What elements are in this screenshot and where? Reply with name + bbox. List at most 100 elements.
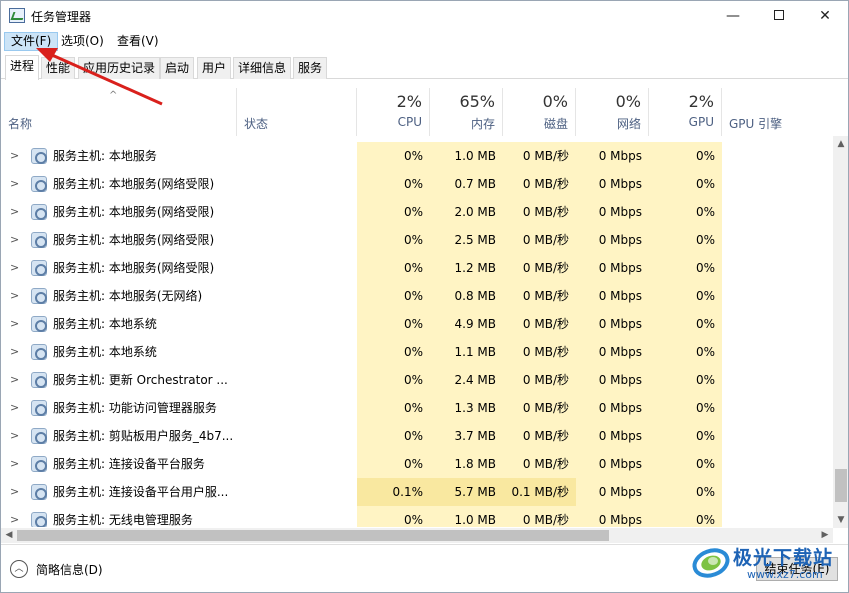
tab-app-history[interactable]: 应用历史记录 [78, 57, 161, 79]
process-name: 服务主机: 本地服务(网络受限) [53, 177, 215, 191]
scroll-down-icon[interactable]: ▼ [833, 512, 848, 528]
table-row[interactable]: > 服务主机: 更新 Orchestrator ... 0% 2.4 MB 0 MB/秒… [1, 366, 834, 394]
chevron-right-icon[interactable]: > [10, 254, 20, 282]
table-row[interactable]: > 服务主机: 本地服务(无网络) 0% 0.8 MB 0 MB/秒 0 Mbps 0% [1, 282, 834, 310]
memory-value: 1.2 MB [430, 254, 503, 282]
table-row[interactable]: > 服务主机: 本地服务(网络受限) 0% 2.0 MB 0 MB/秒 0 Mbps 0% [1, 198, 834, 226]
table-row[interactable]: > 服务主机: 本地服务(网络受限) 0% 0.7 MB 0 MB/秒 0 Mbps 0% [1, 170, 834, 198]
cpu-total: 2% [396, 92, 422, 111]
service-host-icon [31, 148, 47, 164]
network-value: 0 Mbps [576, 198, 649, 226]
chevron-right-icon[interactable]: > [10, 394, 20, 422]
table-row[interactable]: > 服务主机: 连接设备平台服务 0% 1.8 MB 0 MB/秒 0 Mbps 0% [1, 450, 834, 478]
table-row[interactable]: > 服务主机: 无线电管理服务 0% 1.0 MB 0 MB/秒 0 Mbps 0% [1, 506, 834, 527]
chevron-right-icon[interactable]: > [10, 282, 20, 310]
cpu-value: 0% [357, 142, 430, 170]
col-disk[interactable]: 0% 磁盘 [503, 88, 576, 136]
col-memory[interactable]: 65% 内存 [430, 88, 503, 136]
tab-services[interactable]: 服务 [293, 57, 328, 79]
service-host-icon [31, 400, 47, 416]
network-value: 0 Mbps [576, 338, 649, 366]
gpu-value: 0% [649, 338, 722, 366]
tab-users[interactable]: 用户 [197, 57, 232, 79]
network-value: 0 Mbps [576, 142, 649, 170]
title-bar[interactable]: 任务管理器 — ✕ [1, 1, 848, 31]
col-gpu[interactable]: 2% GPU [649, 88, 722, 136]
vertical-scroll-thumb[interactable] [835, 469, 847, 502]
chevron-right-icon[interactable]: > [10, 478, 20, 506]
chevron-right-icon[interactable]: > [10, 142, 20, 170]
table-row[interactable]: > 服务主机: 剪贴板用户服务_4b7... 0% 3.7 MB 0 MB/秒 0 Mbp… [1, 422, 834, 450]
table-row[interactable]: > 服务主机: 本地系统 0% 1.1 MB 0 MB/秒 0 Mbps 0% [1, 338, 834, 366]
tab-performance[interactable]: 性能 [41, 57, 76, 79]
menu-options[interactable]: 选项(O) [55, 32, 110, 51]
col-cpu[interactable]: 2% CPU [357, 88, 430, 136]
process-name: 服务主机: 本地服务(网络受限) [53, 261, 215, 275]
chevron-right-icon[interactable]: > [10, 198, 20, 226]
watermark-text: 极光下载站 [733, 547, 834, 569]
table-row[interactable]: > 服务主机: 连接设备平台用户服... 0.1% 5.7 MB 0.1 MB/秒 0 M… [1, 478, 834, 506]
memory-value: 2.4 MB [430, 366, 503, 394]
disk-value: 0 MB/秒 [503, 394, 576, 422]
network-value: 0 Mbps [576, 254, 649, 282]
col-name-label: 名称 [8, 117, 33, 131]
task-manager-window: 任务管理器 — ✕ 文件(F) 选项(O) 查看(V) 进程 性能 应用历史记录… [0, 0, 849, 593]
chevron-right-icon[interactable]: > [10, 422, 20, 450]
col-network[interactable]: 0% 网络 [576, 88, 649, 136]
gpu-value: 0% [649, 506, 722, 527]
brief-info-button[interactable]: 简略信息(D) [36, 561, 103, 578]
service-host-icon [31, 484, 47, 500]
chevron-right-icon[interactable]: > [10, 170, 20, 198]
sort-up-icon: ^ [109, 90, 118, 101]
chevron-right-icon[interactable]: > [10, 226, 20, 254]
memory-value: 1.8 MB [430, 450, 503, 478]
col-name[interactable]: ^ 名称 [1, 88, 237, 136]
disk-value: 0 MB/秒 [503, 366, 576, 394]
menu-view[interactable]: 查看(V) [111, 32, 165, 51]
col-status[interactable]: 状态 [237, 88, 357, 136]
maximize-icon [774, 10, 784, 20]
cpu-value: 0.1% [357, 478, 430, 506]
table-row[interactable]: > 服务主机: 本地服务 0% 1.0 MB 0 MB/秒 0 Mbps 0% [1, 142, 834, 170]
tab-processes[interactable]: 进程 [5, 55, 40, 80]
service-host-icon [31, 456, 47, 472]
table-row[interactable]: > 服务主机: 本地服务(网络受限) 0% 1.2 MB 0 MB/秒 0 Mbps 0% [1, 254, 834, 282]
table-row[interactable]: > 服务主机: 本地系统 0% 4.9 MB 0 MB/秒 0 Mbps 0% [1, 310, 834, 338]
chevron-right-icon[interactable]: > [10, 366, 20, 394]
minimize-button[interactable]: — [710, 1, 756, 31]
horizontal-scroll-thumb[interactable] [17, 530, 609, 541]
chevron-right-icon[interactable]: > [10, 506, 20, 527]
table-row[interactable]: > 服务主机: 功能访问管理器服务 0% 1.3 MB 0 MB/秒 0 Mbps 0% [1, 394, 834, 422]
scroll-left-icon[interactable]: ◀ [1, 528, 17, 543]
col-gpu-engine[interactable]: GPU 引擎 [722, 88, 834, 136]
scroll-up-icon[interactable]: ▲ [833, 136, 848, 152]
cpu-value: 0% [357, 198, 430, 226]
service-host-icon [31, 512, 47, 527]
process-name: 服务主机: 连接设备平台服务 [53, 457, 205, 471]
tab-details[interactable]: 详细信息 [233, 57, 292, 79]
maximize-button[interactable] [756, 1, 802, 31]
memory-value: 1.1 MB [430, 338, 503, 366]
gpu-value: 0% [649, 394, 722, 422]
gpu-value: 0% [649, 310, 722, 338]
gpu-value: 0% [649, 170, 722, 198]
process-name: 服务主机: 功能访问管理器服务 [53, 401, 217, 415]
gpu-value: 0% [649, 366, 722, 394]
chevron-right-icon[interactable]: > [10, 450, 20, 478]
memory-value: 1.3 MB [430, 394, 503, 422]
collapse-up-icon[interactable]: ︿ [10, 560, 28, 578]
gpu-value: 0% [649, 198, 722, 226]
disk-value: 0.1 MB/秒 [503, 478, 576, 506]
menu-file[interactable]: 文件(F) [4, 32, 59, 51]
process-name: 服务主机: 本地服务(无网络) [53, 289, 203, 303]
close-button[interactable]: ✕ [802, 1, 848, 31]
tab-startup[interactable]: 启动 [160, 57, 195, 79]
network-value: 0 Mbps [576, 506, 649, 527]
cpu-value: 0% [357, 282, 430, 310]
vertical-scrollbar[interactable]: ▲ ▼ [833, 136, 848, 528]
task-manager-icon [9, 8, 25, 23]
network-value: 0 Mbps [576, 450, 649, 478]
chevron-right-icon[interactable]: > [10, 338, 20, 366]
table-row[interactable]: > 服务主机: 本地服务(网络受限) 0% 2.5 MB 0 MB/秒 0 Mbps 0% [1, 226, 834, 254]
chevron-right-icon[interactable]: > [10, 310, 20, 338]
